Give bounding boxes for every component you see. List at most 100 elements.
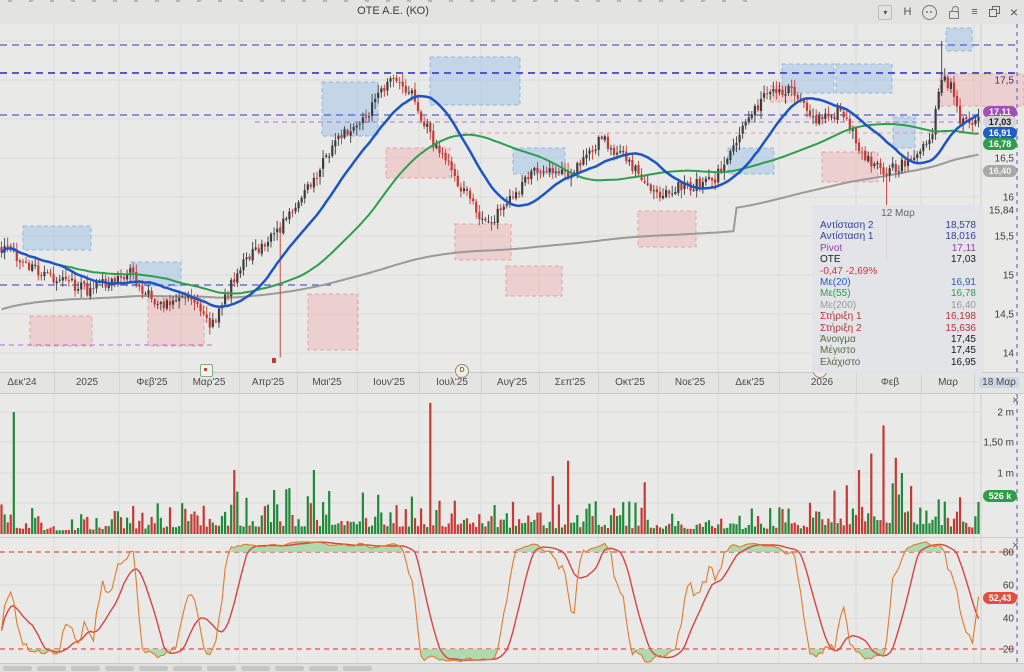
axis-gridline <box>658 373 659 393</box>
tooltip-date: 12 Μαρ <box>820 208 976 219</box>
axis-gridline <box>239 373 240 393</box>
date-axis-label: Μαρ <box>938 377 958 388</box>
scrollbar-segment[interactable] <box>343 666 372 671</box>
tooltip-value: 16,91 <box>951 277 976 288</box>
date-axis-label: Ιουλ'25 <box>436 377 468 388</box>
tooltip-value: 17,45 <box>951 334 976 345</box>
stochastic-d-line <box>2 542 979 660</box>
tooltip-row: Αντίσταση 118,016 <box>820 231 976 242</box>
svg-text:16,91: 16,91 <box>989 128 1012 138</box>
price-axis-badges: 17,1117,0316,9116,7816,40 <box>983 106 1017 177</box>
tooltip-label: Άνοιγμα <box>820 334 856 345</box>
tooltip-label: Ελάχιστο <box>820 357 860 368</box>
threshold-lines <box>0 552 1017 649</box>
scrollbar-segment[interactable] <box>71 666 100 671</box>
tooltip-row: Αντίσταση 2 18,578 <box>820 220 976 231</box>
svg-text:16,5: 16,5 <box>995 154 1015 165</box>
oscillator-chart[interactable]: 8060402052,43 <box>0 538 1024 664</box>
dividend-icon[interactable]: D <box>455 364 469 378</box>
date-axis-label: Οκτ'25 <box>615 377 645 388</box>
axis-gridline <box>119 373 120 393</box>
scrollbar-segment[interactable] <box>37 666 66 671</box>
price-chart-panel[interactable]: 17,516,51615,8415,51514,51417,1117,0316,… <box>0 24 1024 372</box>
tooltip-label: Με(55) <box>820 288 851 299</box>
svg-text:15,84: 15,84 <box>989 206 1014 217</box>
svg-text:40: 40 <box>1003 614 1015 625</box>
svg-text:17,11: 17,11 <box>989 107 1011 117</box>
volume-close-button[interactable]: × <box>1012 394 1019 406</box>
bottom-scrollbar[interactable] <box>0 663 1024 672</box>
unlock-icon[interactable] <box>948 6 960 19</box>
tooltip-label: -0,47 -2,69% <box>820 266 877 277</box>
tooltip-label: Με(20) <box>820 277 851 288</box>
svg-text:1,50 m: 1,50 m <box>983 438 1014 449</box>
tooltip-row: Ελάχιστο 16,95 <box>820 357 976 368</box>
date-axis-label: Φεβ <box>881 377 899 388</box>
volume-chart[interactable]: 2 m1,50 m1 m526 k <box>0 393 1024 538</box>
tooltip-row: Με(200)16,40 <box>820 300 976 311</box>
axis-gridline <box>974 373 975 393</box>
date-axis-label: 2026 <box>811 377 833 388</box>
axis-gridline <box>921 373 922 393</box>
oscillator-panel[interactable]: 8060402052,43 × <box>0 537 1024 664</box>
axis-gridline <box>181 373 182 393</box>
ohlc-tooltip: 12 ΜαρΑντίσταση 2 18,578Αντίσταση 118,016… <box>812 205 984 373</box>
chat-icon[interactable] <box>922 5 937 20</box>
tooltip-row: Άνοιγμα 17,45 <box>820 334 976 345</box>
tooltip-label: Μέγιστο <box>820 345 856 356</box>
svg-text:14,5: 14,5 <box>995 310 1015 321</box>
tooltip-row: Pivot17,11 <box>820 243 976 254</box>
scrollbar-segment[interactable] <box>139 666 168 671</box>
date-axis-label: Αυγ'25 <box>497 377 527 388</box>
date-axis-label: Νοε'25 <box>675 377 705 388</box>
symbol-dropdown-icon[interactable]: ▾ <box>878 5 892 20</box>
axis-gridline <box>779 373 780 393</box>
scrollbar-segment[interactable] <box>3 666 32 671</box>
svg-text:15,5: 15,5 <box>995 232 1015 243</box>
scrollbar-segment[interactable] <box>207 666 236 671</box>
price-flag-icon[interactable] <box>200 364 213 377</box>
restore-window-icon[interactable] <box>989 7 999 17</box>
tooltip-value: 17,45 <box>951 345 976 356</box>
tooltip-label: OTE <box>820 254 841 265</box>
axis-gridline <box>718 373 719 393</box>
tooltip-value: 16,95 <box>951 357 976 368</box>
svg-text:2 m: 2 m <box>997 408 1014 419</box>
menu-icon[interactable]: ≡ <box>971 6 977 18</box>
window-titlebar: OTE A.E. (ΚΟ) ▾ Η ≡ × <box>0 0 1024 25</box>
date-axis-label: 18 Μαρ <box>979 377 1019 388</box>
svg-text:16: 16 <box>1003 193 1015 204</box>
svg-text:52,43: 52,43 <box>989 593 1012 603</box>
window-title: OTE A.E. (ΚΟ) <box>357 5 429 17</box>
volume-bars <box>0 403 979 534</box>
tooltip-row: Με(55)16,78 <box>820 288 976 299</box>
scrollbar-segment[interactable] <box>173 666 202 671</box>
oscillator-close-button[interactable]: × <box>1012 539 1019 551</box>
interval-button[interactable]: Η <box>903 6 911 18</box>
scrollbar-segment[interactable] <box>241 666 270 671</box>
tooltip-row: Μέγιστο 17,45 <box>820 345 976 356</box>
tooltip-label: Pivot <box>820 243 842 254</box>
window-controls: ▾ Η ≡ × <box>878 0 1018 24</box>
tooltip-value: 18,578 <box>945 220 976 231</box>
tooltip-label: Αντίσταση 2 <box>820 220 874 231</box>
tooltip-label: Στήριξη 1 <box>820 311 862 322</box>
scrollbar-segment[interactable] <box>275 666 304 671</box>
date-axis[interactable]: Δεκ'242025Φεβ'25Μαρ'25Απρ'25Μαι'25Ιουν'2… <box>0 372 1024 394</box>
overbought-oversold-fills <box>29 542 942 663</box>
volume-panel[interactable]: 2 m1,50 m1 m526 k × <box>0 392 1024 538</box>
axis-gridline <box>856 373 857 393</box>
scrollbar-segment[interactable] <box>105 666 134 671</box>
axis-gridline <box>419 373 420 393</box>
close-window-icon[interactable]: × <box>1010 4 1018 20</box>
svg-text:15: 15 <box>1003 271 1015 282</box>
date-axis-label: Ιουν'25 <box>373 377 405 388</box>
tooltip-row: OTE 17,03 <box>820 254 976 265</box>
tooltip-row: Με(20) 16,91 <box>820 277 976 288</box>
tooltip-value: 16,198 <box>945 311 976 322</box>
tooltip-value: 17,03 <box>951 254 976 265</box>
event-marker-red <box>272 358 276 363</box>
scrollbar-segment[interactable] <box>309 666 338 671</box>
chart-window: OTE A.E. (ΚΟ) ▾ Η ≡ × 17,5 16,5 16 15,84 15,… <box>0 0 1024 672</box>
svg-text:17,5: 17,5 <box>995 76 1015 87</box>
